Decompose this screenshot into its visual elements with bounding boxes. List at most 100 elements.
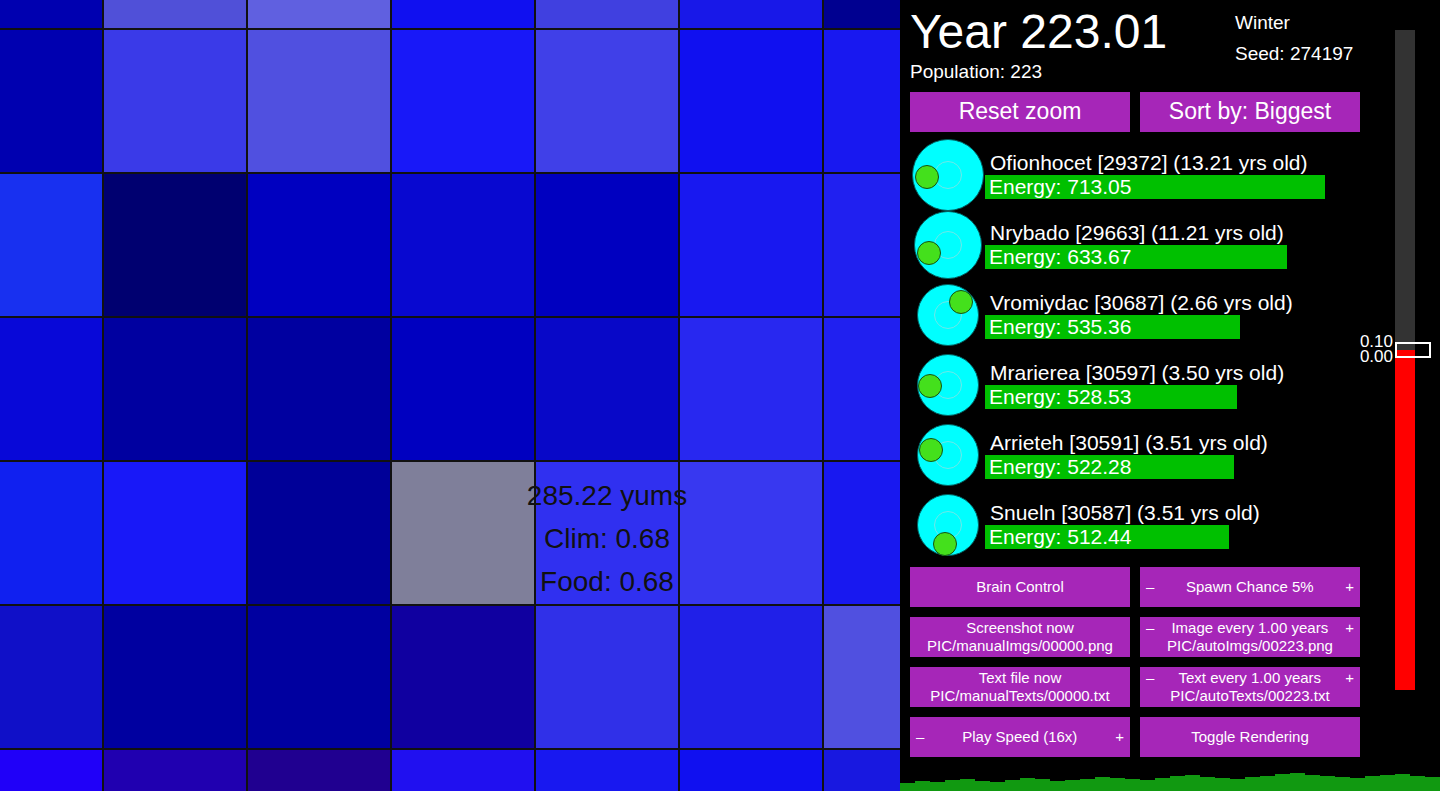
map-tile[interactable] bbox=[248, 750, 390, 791]
history-bar bbox=[1035, 779, 1050, 791]
map-tile[interactable] bbox=[104, 30, 246, 172]
plus-button[interactable]: + bbox=[1345, 578, 1354, 596]
history-bar bbox=[1290, 773, 1305, 791]
map-tile[interactable] bbox=[824, 318, 900, 460]
map-tile[interactable] bbox=[680, 750, 822, 791]
control-button[interactable]: –Spawn Chance 5%+ bbox=[1140, 567, 1360, 607]
map-tile[interactable] bbox=[824, 606, 900, 748]
slider-handle[interactable] bbox=[1395, 342, 1431, 358]
history-bar bbox=[1350, 778, 1365, 791]
history-bar bbox=[1335, 777, 1350, 791]
world-map[interactable]: 285.22 yumsClim: 0.68Food: 0.68 bbox=[0, 0, 900, 791]
history-bar bbox=[960, 779, 975, 791]
top-button[interactable]: Reset zoom bbox=[910, 92, 1130, 132]
map-tile[interactable] bbox=[824, 750, 900, 791]
map-tile[interactable] bbox=[680, 606, 822, 748]
map-tile[interactable] bbox=[392, 606, 534, 748]
history-bar bbox=[1425, 777, 1440, 791]
control-button[interactable]: Screenshot nowPIC/manualImgs/00000.png bbox=[910, 617, 1130, 657]
map-tile[interactable] bbox=[680, 462, 822, 604]
energy-bar: Energy: 633.67 bbox=[985, 245, 1287, 269]
plus-button[interactable]: + bbox=[1345, 619, 1354, 637]
map-tile[interactable] bbox=[0, 30, 102, 172]
history-bar bbox=[1140, 780, 1155, 791]
creature-list: Ofionhocet [29372] (13.21 yrs old)Energy… bbox=[910, 140, 1400, 560]
creature-row[interactable]: Ofionhocet [29372] (13.21 yrs old)Energy… bbox=[910, 140, 1400, 210]
control-button[interactable]: Brain Control bbox=[910, 567, 1130, 607]
map-tile[interactable] bbox=[392, 750, 534, 791]
history-bar bbox=[1185, 775, 1200, 791]
map-tile[interactable] bbox=[104, 318, 246, 460]
map-tile[interactable] bbox=[536, 174, 678, 316]
map-tile[interactable] bbox=[536, 0, 678, 28]
tile-info: 285.22 yumsClim: 0.68Food: 0.68 bbox=[497, 474, 717, 603]
map-tile[interactable] bbox=[392, 30, 534, 172]
history-bar bbox=[1365, 776, 1380, 791]
map-tile[interactable] bbox=[248, 606, 390, 748]
map-tile[interactable] bbox=[104, 174, 246, 316]
plus-button[interactable]: + bbox=[1345, 669, 1354, 687]
map-tile[interactable] bbox=[248, 318, 390, 460]
creature-row[interactable]: Vromiydac [30687] (2.66 yrs old)Energy: … bbox=[910, 280, 1400, 350]
creature-name: Snueln [30587] (3.51 yrs old) bbox=[985, 501, 1400, 525]
creature-row[interactable]: Arrieteh [30591] (3.51 yrs old)Energy: 5… bbox=[910, 420, 1400, 490]
map-tile[interactable] bbox=[0, 318, 102, 460]
map-tile[interactable] bbox=[536, 750, 678, 791]
map-tile[interactable] bbox=[680, 174, 822, 316]
map-tile[interactable] bbox=[536, 318, 678, 460]
map-tile[interactable] bbox=[392, 462, 534, 604]
map-tile[interactable] bbox=[824, 0, 900, 28]
history-bar bbox=[930, 782, 945, 791]
map-tile[interactable] bbox=[680, 318, 822, 460]
map-tile[interactable] bbox=[392, 0, 534, 28]
map-tile[interactable] bbox=[248, 0, 390, 28]
map-tile[interactable] bbox=[0, 606, 102, 748]
map-tile[interactable] bbox=[248, 30, 390, 172]
map-tile[interactable] bbox=[824, 174, 900, 316]
map-tile[interactable] bbox=[248, 462, 390, 604]
map-tile[interactable] bbox=[104, 0, 246, 28]
map-tile[interactable] bbox=[104, 606, 246, 748]
threshold-slider[interactable]: 0.100.00 bbox=[1395, 30, 1415, 690]
map-tile[interactable] bbox=[392, 174, 534, 316]
map-tile[interactable] bbox=[680, 30, 822, 172]
map-tile[interactable] bbox=[0, 174, 102, 316]
history-bar bbox=[1065, 780, 1080, 791]
map-tile[interactable] bbox=[0, 462, 102, 604]
plus-button[interactable]: + bbox=[1115, 728, 1124, 746]
season-label: Winter bbox=[1235, 7, 1353, 38]
creature-row[interactable]: Snueln [30587] (3.51 yrs old)Energy: 512… bbox=[910, 490, 1400, 560]
map-tile[interactable] bbox=[0, 750, 102, 791]
map-tile[interactable] bbox=[392, 318, 534, 460]
minus-button[interactable]: – bbox=[1146, 669, 1154, 687]
energy-bar: Energy: 535.36 bbox=[985, 315, 1240, 339]
map-tile[interactable] bbox=[824, 462, 900, 604]
control-button[interactable]: –Image every 1.00 years+PIC/autoImgs/002… bbox=[1140, 617, 1360, 657]
minus-button[interactable]: – bbox=[1146, 619, 1154, 637]
creature-name: Ofionhocet [29372] (13.21 yrs old) bbox=[985, 151, 1400, 175]
control-button[interactable]: Text file nowPIC/manualTexts/00000.txt bbox=[910, 667, 1130, 707]
map-tile[interactable] bbox=[536, 606, 678, 748]
control-button[interactable]: –Play Speed (16x)+ bbox=[910, 717, 1130, 757]
creature-name: Nrybado [29663] (11.21 yrs old) bbox=[985, 221, 1400, 245]
creature-name: Arrieteh [30591] (3.51 yrs old) bbox=[985, 431, 1400, 455]
map-tile[interactable] bbox=[104, 462, 246, 604]
control-button[interactable]: Toggle Rendering bbox=[1140, 717, 1360, 757]
map-tile[interactable] bbox=[0, 0, 102, 28]
control-button[interactable]: –Text every 1.00 years+PIC/autoTexts/002… bbox=[1140, 667, 1360, 707]
minus-button[interactable]: – bbox=[916, 728, 924, 746]
energy-bar: Energy: 713.05 bbox=[985, 175, 1325, 199]
map-tile[interactable] bbox=[536, 30, 678, 172]
side-panel: Year 223.01Population: 223WinterSeed: 27… bbox=[900, 0, 1440, 791]
map-tile[interactable] bbox=[824, 30, 900, 172]
map-tile[interactable] bbox=[104, 750, 246, 791]
creature-row[interactable]: Mrarierea [30597] (3.50 yrs old)Energy: … bbox=[910, 350, 1400, 420]
map-tile[interactable] bbox=[248, 174, 390, 316]
history-bar bbox=[990, 782, 1005, 791]
history-bar bbox=[1275, 774, 1290, 791]
top-button[interactable]: Sort by: Biggest bbox=[1140, 92, 1360, 132]
creature-icon bbox=[912, 139, 984, 211]
map-tile[interactable] bbox=[680, 0, 822, 28]
minus-button[interactable]: – bbox=[1146, 578, 1154, 596]
creature-row[interactable]: Nrybado [29663] (11.21 yrs old)Energy: 6… bbox=[910, 210, 1400, 280]
